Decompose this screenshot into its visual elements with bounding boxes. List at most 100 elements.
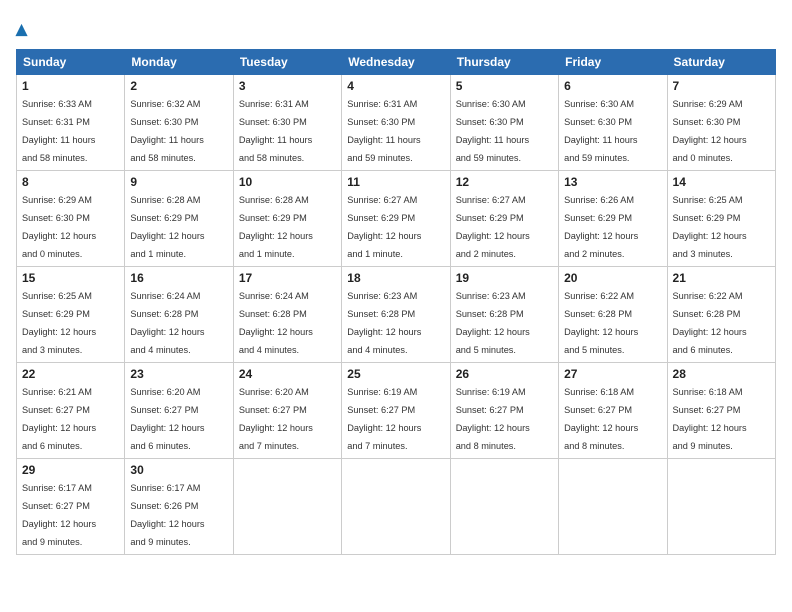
calendar-cell: 9 Sunrise: 6:28 AMSunset: 6:29 PMDayligh…	[125, 171, 233, 267]
day-number: 5	[456, 79, 553, 93]
calendar-cell: 23 Sunrise: 6:20 AMSunset: 6:27 PMDaylig…	[125, 363, 233, 459]
day-info: Sunrise: 6:23 AMSunset: 6:28 PMDaylight:…	[347, 291, 421, 355]
calendar-cell: 17 Sunrise: 6:24 AMSunset: 6:28 PMDaylig…	[233, 267, 341, 363]
calendar-cell: 6 Sunrise: 6:30 AMSunset: 6:30 PMDayligh…	[559, 75, 667, 171]
calendar-row: 8 Sunrise: 6:29 AMSunset: 6:30 PMDayligh…	[17, 171, 776, 267]
day-number: 19	[456, 271, 553, 285]
calendar-cell: 14 Sunrise: 6:25 AMSunset: 6:29 PMDaylig…	[667, 171, 775, 267]
calendar-cell: 12 Sunrise: 6:27 AMSunset: 6:29 PMDaylig…	[450, 171, 558, 267]
calendar-cell: 22 Sunrise: 6:21 AMSunset: 6:27 PMDaylig…	[17, 363, 125, 459]
day-info: Sunrise: 6:24 AMSunset: 6:28 PMDaylight:…	[239, 291, 313, 355]
day-info: Sunrise: 6:21 AMSunset: 6:27 PMDaylight:…	[22, 387, 96, 451]
day-info: Sunrise: 6:18 AMSunset: 6:27 PMDaylight:…	[673, 387, 747, 451]
day-number: 28	[673, 367, 770, 381]
calendar-cell: 26 Sunrise: 6:19 AMSunset: 6:27 PMDaylig…	[450, 363, 558, 459]
calendar-table: SundayMondayTuesdayWednesdayThursdayFrid…	[16, 49, 776, 555]
day-info: Sunrise: 6:29 AMSunset: 6:30 PMDaylight:…	[673, 99, 747, 163]
calendar-cell: 29 Sunrise: 6:17 AMSunset: 6:27 PMDaylig…	[17, 459, 125, 555]
day-number: 1	[22, 79, 119, 93]
day-info: Sunrise: 6:19 AMSunset: 6:27 PMDaylight:…	[347, 387, 421, 451]
page: ▴ SundayMondayTuesdayWednesdayThursdayFr…	[0, 0, 792, 612]
calendar-cell: 8 Sunrise: 6:29 AMSunset: 6:30 PMDayligh…	[17, 171, 125, 267]
day-number: 13	[564, 175, 661, 189]
header: ▴	[16, 16, 776, 41]
day-number: 30	[130, 463, 227, 477]
calendar-cell: 18 Sunrise: 6:23 AMSunset: 6:28 PMDaylig…	[342, 267, 450, 363]
weekday-header-row: SundayMondayTuesdayWednesdayThursdayFrid…	[17, 50, 776, 75]
day-info: Sunrise: 6:22 AMSunset: 6:28 PMDaylight:…	[564, 291, 638, 355]
weekday-header-tuesday: Tuesday	[233, 50, 341, 75]
calendar-row: 22 Sunrise: 6:21 AMSunset: 6:27 PMDaylig…	[17, 363, 776, 459]
day-number: 18	[347, 271, 444, 285]
day-info: Sunrise: 6:18 AMSunset: 6:27 PMDaylight:…	[564, 387, 638, 451]
day-number: 15	[22, 271, 119, 285]
calendar-cell: 2 Sunrise: 6:32 AMSunset: 6:30 PMDayligh…	[125, 75, 233, 171]
day-info: Sunrise: 6:26 AMSunset: 6:29 PMDaylight:…	[564, 195, 638, 259]
day-number: 17	[239, 271, 336, 285]
day-number: 10	[239, 175, 336, 189]
calendar-cell: 24 Sunrise: 6:20 AMSunset: 6:27 PMDaylig…	[233, 363, 341, 459]
calendar-cell: 19 Sunrise: 6:23 AMSunset: 6:28 PMDaylig…	[450, 267, 558, 363]
day-number: 7	[673, 79, 770, 93]
calendar-cell: 10 Sunrise: 6:28 AMSunset: 6:29 PMDaylig…	[233, 171, 341, 267]
day-info: Sunrise: 6:31 AMSunset: 6:30 PMDaylight:…	[347, 99, 420, 163]
day-number: 21	[673, 271, 770, 285]
calendar-row: 29 Sunrise: 6:17 AMSunset: 6:27 PMDaylig…	[17, 459, 776, 555]
day-info: Sunrise: 6:19 AMSunset: 6:27 PMDaylight:…	[456, 387, 530, 451]
weekday-header-saturday: Saturday	[667, 50, 775, 75]
calendar-cell: 15 Sunrise: 6:25 AMSunset: 6:29 PMDaylig…	[17, 267, 125, 363]
weekday-header-thursday: Thursday	[450, 50, 558, 75]
day-info: Sunrise: 6:20 AMSunset: 6:27 PMDaylight:…	[130, 387, 204, 451]
day-info: Sunrise: 6:32 AMSunset: 6:30 PMDaylight:…	[130, 99, 203, 163]
day-number: 16	[130, 271, 227, 285]
day-number: 14	[673, 175, 770, 189]
day-number: 26	[456, 367, 553, 381]
day-info: Sunrise: 6:25 AMSunset: 6:29 PMDaylight:…	[673, 195, 747, 259]
calendar-cell: 1 Sunrise: 6:33 AMSunset: 6:31 PMDayligh…	[17, 75, 125, 171]
day-number: 23	[130, 367, 227, 381]
day-number: 25	[347, 367, 444, 381]
day-number: 4	[347, 79, 444, 93]
calendar-cell: 3 Sunrise: 6:31 AMSunset: 6:30 PMDayligh…	[233, 75, 341, 171]
day-number: 8	[22, 175, 119, 189]
calendar-cell: 27 Sunrise: 6:18 AMSunset: 6:27 PMDaylig…	[559, 363, 667, 459]
logo: ▴	[16, 16, 27, 41]
calendar-cell	[342, 459, 450, 555]
day-number: 11	[347, 175, 444, 189]
weekday-header-monday: Monday	[125, 50, 233, 75]
day-number: 6	[564, 79, 661, 93]
day-info: Sunrise: 6:17 AMSunset: 6:27 PMDaylight:…	[22, 483, 96, 547]
logo-bird-icon: ▴	[16, 16, 27, 41]
day-number: 9	[130, 175, 227, 189]
day-info: Sunrise: 6:20 AMSunset: 6:27 PMDaylight:…	[239, 387, 313, 451]
day-number: 20	[564, 271, 661, 285]
calendar-cell	[450, 459, 558, 555]
day-info: Sunrise: 6:28 AMSunset: 6:29 PMDaylight:…	[130, 195, 204, 259]
day-number: 22	[22, 367, 119, 381]
weekday-header-sunday: Sunday	[17, 50, 125, 75]
day-info: Sunrise: 6:31 AMSunset: 6:30 PMDaylight:…	[239, 99, 312, 163]
day-info: Sunrise: 6:17 AMSunset: 6:26 PMDaylight:…	[130, 483, 204, 547]
day-number: 3	[239, 79, 336, 93]
calendar-cell	[233, 459, 341, 555]
calendar-cell: 30 Sunrise: 6:17 AMSunset: 6:26 PMDaylig…	[125, 459, 233, 555]
day-info: Sunrise: 6:30 AMSunset: 6:30 PMDaylight:…	[456, 99, 529, 163]
day-info: Sunrise: 6:22 AMSunset: 6:28 PMDaylight:…	[673, 291, 747, 355]
calendar-cell: 25 Sunrise: 6:19 AMSunset: 6:27 PMDaylig…	[342, 363, 450, 459]
calendar-row: 15 Sunrise: 6:25 AMSunset: 6:29 PMDaylig…	[17, 267, 776, 363]
weekday-header-friday: Friday	[559, 50, 667, 75]
day-info: Sunrise: 6:30 AMSunset: 6:30 PMDaylight:…	[564, 99, 637, 163]
day-info: Sunrise: 6:29 AMSunset: 6:30 PMDaylight:…	[22, 195, 96, 259]
calendar-cell: 4 Sunrise: 6:31 AMSunset: 6:30 PMDayligh…	[342, 75, 450, 171]
calendar-cell: 7 Sunrise: 6:29 AMSunset: 6:30 PMDayligh…	[667, 75, 775, 171]
day-info: Sunrise: 6:27 AMSunset: 6:29 PMDaylight:…	[347, 195, 421, 259]
calendar-cell	[667, 459, 775, 555]
calendar-cell: 16 Sunrise: 6:24 AMSunset: 6:28 PMDaylig…	[125, 267, 233, 363]
day-info: Sunrise: 6:25 AMSunset: 6:29 PMDaylight:…	[22, 291, 96, 355]
calendar-cell: 28 Sunrise: 6:18 AMSunset: 6:27 PMDaylig…	[667, 363, 775, 459]
calendar-row: 1 Sunrise: 6:33 AMSunset: 6:31 PMDayligh…	[17, 75, 776, 171]
calendar-cell: 5 Sunrise: 6:30 AMSunset: 6:30 PMDayligh…	[450, 75, 558, 171]
calendar-cell: 20 Sunrise: 6:22 AMSunset: 6:28 PMDaylig…	[559, 267, 667, 363]
day-info: Sunrise: 6:24 AMSunset: 6:28 PMDaylight:…	[130, 291, 204, 355]
day-number: 12	[456, 175, 553, 189]
